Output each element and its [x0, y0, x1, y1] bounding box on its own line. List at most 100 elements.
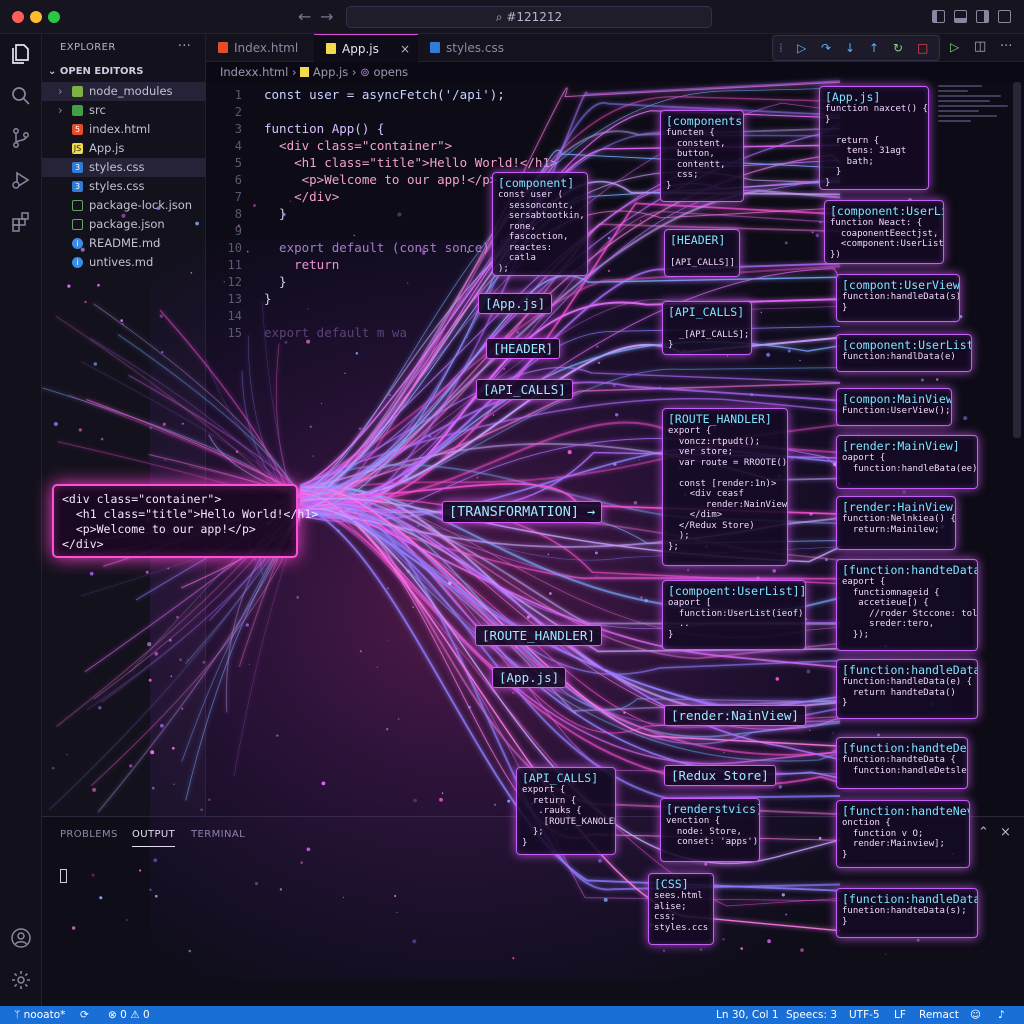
maximize-panel-icon[interactable]: ⌃: [978, 825, 989, 840]
settings-gear-icon[interactable]: [9, 968, 33, 992]
explorer-icon[interactable]: [9, 42, 33, 66]
right-handledata-box-3: [function:handteDet(e]function:handteDat…: [836, 737, 968, 789]
toggle-secondary-sidebar-icon[interactable]: [976, 10, 989, 23]
sidebar-title: EXPLORER: [60, 42, 116, 53]
notifications-bell-icon[interactable]: ♪: [998, 1006, 1005, 1024]
error-count: 0: [120, 1009, 127, 1021]
tree-item-label: styles.css: [89, 160, 145, 174]
close-panel-icon[interactable]: ×: [1000, 825, 1011, 840]
tree-item-untives-md[interactable]: i untives.md: [42, 253, 206, 272]
sync-icon[interactable]: ⟳: [80, 1006, 89, 1024]
folder-icon: [72, 86, 83, 97]
tree-item-node-modules[interactable]: › node_modules: [42, 82, 206, 101]
code-line-13: }: [264, 291, 272, 306]
source-control-icon[interactable]: [9, 126, 33, 150]
tree-item-label: App.js: [89, 141, 125, 155]
render-nainview-label: [render:NainView]: [664, 705, 806, 726]
continue-icon[interactable]: ▷: [797, 41, 806, 55]
line-ending[interactable]: LF: [894, 1006, 906, 1024]
tab-problems[interactable]: PROBLEMS: [60, 829, 118, 840]
line-number: 4: [234, 139, 242, 153]
close-window-button[interactable]: [12, 11, 24, 23]
tree-item-src[interactable]: › src: [42, 101, 206, 120]
tree-item-readme-md[interactable]: i README.md: [42, 234, 206, 253]
account-icon[interactable]: [9, 926, 33, 950]
info-file-icon: i: [72, 257, 83, 268]
step-into-icon[interactable]: ↓: [845, 41, 855, 55]
breadcrumb-item[interactable]: App.js: [313, 65, 348, 79]
line-number: 10: [227, 241, 242, 255]
tab-label: App.js: [342, 42, 379, 56]
tab-index-html[interactable]: Index.html: [206, 34, 314, 62]
tree-item-label: package.json: [89, 217, 165, 231]
search-icon[interactable]: [9, 84, 33, 108]
warning-count: 0: [142, 1009, 150, 1021]
cursor-position[interactable]: Ln 30, Col 1: [716, 1006, 779, 1024]
code-line-3: function App() {: [264, 121, 385, 136]
userlist-box-mid: [compoent:UserList]] oaport [ function:Us…: [662, 580, 806, 650]
open-editors-section[interactable]: ⌄ OPEN EDITORS: [48, 66, 143, 77]
more-actions-icon[interactable]: ···: [1000, 39, 1012, 54]
tree-item-package-json[interactable]: package.json: [42, 215, 206, 234]
code-line-4: <div class="container">: [264, 138, 453, 153]
tab-output[interactable]: OUTPUT: [132, 829, 176, 847]
route-handler-box: [ROUTE_HANDLER] export { voncz:rtpudt(); …: [662, 408, 788, 566]
breadcrumb-item[interactable]: opens: [373, 65, 408, 79]
more-actions-icon[interactable]: ···: [178, 38, 191, 54]
split-editor-icon[interactable]: ◫: [974, 39, 986, 54]
extensions-icon[interactable]: [9, 210, 33, 234]
maximize-window-button[interactable]: [48, 11, 60, 23]
tab-terminal[interactable]: TERMINAL: [191, 829, 245, 840]
line-number: 8: [234, 207, 242, 221]
customize-layout-icon[interactable]: [998, 10, 1011, 23]
code-line-1: const user = asyncFetch('/api');: [264, 87, 505, 102]
back-arrow-icon[interactable]: ←: [298, 7, 311, 26]
step-out-icon[interactable]: ↑: [869, 41, 879, 55]
problems-indicator[interactable]: ⊗ 0 ⚠ 0: [108, 1006, 150, 1024]
title-bar: ← → ⌕ #121212: [0, 0, 1024, 34]
tree-item-package-lock-json[interactable]: package-lock.json: [42, 196, 206, 215]
tree-item-styles-css[interactable]: 3 styles.css: [42, 158, 206, 177]
restart-icon[interactable]: ↻: [893, 41, 903, 55]
component-box: [component] const user ( sessoncontc, ser…: [492, 172, 588, 276]
stop-icon[interactable]: □: [917, 41, 928, 55]
css-file-icon: 3: [72, 181, 83, 192]
appjs-label-2: [App.js]: [492, 667, 567, 688]
run-debug-icon[interactable]: [9, 168, 33, 192]
tab-styles-css[interactable]: styles.css: [418, 34, 528, 62]
api-calls-box-low: [API_CALLS] export { return { .rauks { [R…: [516, 767, 616, 855]
tab-app-js[interactable]: App.js ×: [314, 34, 418, 62]
tab-close-icon[interactable]: ×: [400, 35, 410, 63]
indentation[interactable]: Speecs: 3: [786, 1006, 837, 1024]
language-mode[interactable]: Remact: [919, 1006, 959, 1024]
encoding[interactable]: UTF-5: [849, 1006, 880, 1024]
toggle-panel-icon[interactable]: [954, 10, 967, 23]
right-userview-box: [compont:UserView] function:handleData(s)…: [836, 274, 960, 322]
js-file-icon: [326, 43, 336, 54]
tree-item-styles-css-2[interactable]: 3 styles.css: [42, 177, 206, 196]
line-number: 1: [234, 88, 242, 102]
branch-indicator[interactable]: ᛘ nooato*: [14, 1006, 65, 1024]
run-icon[interactable]: ▷: [950, 40, 959, 54]
chevron-right-icon: ›: [58, 103, 63, 117]
step-over-icon[interactable]: ↷: [821, 41, 831, 55]
feedback-icon[interactable]: ☺: [970, 1006, 981, 1024]
editor-scrollbar[interactable]: [1013, 82, 1021, 438]
forward-arrow-icon[interactable]: →: [320, 7, 333, 26]
minimap[interactable]: [938, 82, 1012, 162]
api-calls-label: [API_CALLS]: [476, 379, 573, 400]
drag-handle-icon[interactable]: ⁞: [779, 41, 783, 55]
toggle-sidebar-icon[interactable]: [932, 10, 945, 23]
tree-item-label: untives.md: [89, 255, 154, 269]
tree-item-index-html[interactable]: 5 index.html: [42, 120, 206, 139]
code-line-8: }: [264, 206, 287, 221]
right-handledata-box-4: [function:handteNev(e)]onction { functio…: [836, 800, 970, 868]
right-render-mainview-box: [render:MainView] oaport { function:handl…: [836, 435, 978, 489]
breadcrumb-item[interactable]: Indexx.html: [220, 65, 288, 79]
minimize-window-button[interactable]: [30, 11, 42, 23]
warning-icon: ⚠: [130, 1009, 140, 1021]
tree-item-app-js[interactable]: JS App.js: [42, 139, 206, 158]
breadcrumb-separator-icon: ›: [351, 65, 361, 79]
code-line-11: return: [264, 257, 340, 272]
command-center-search[interactable]: ⌕ #121212: [346, 6, 712, 28]
